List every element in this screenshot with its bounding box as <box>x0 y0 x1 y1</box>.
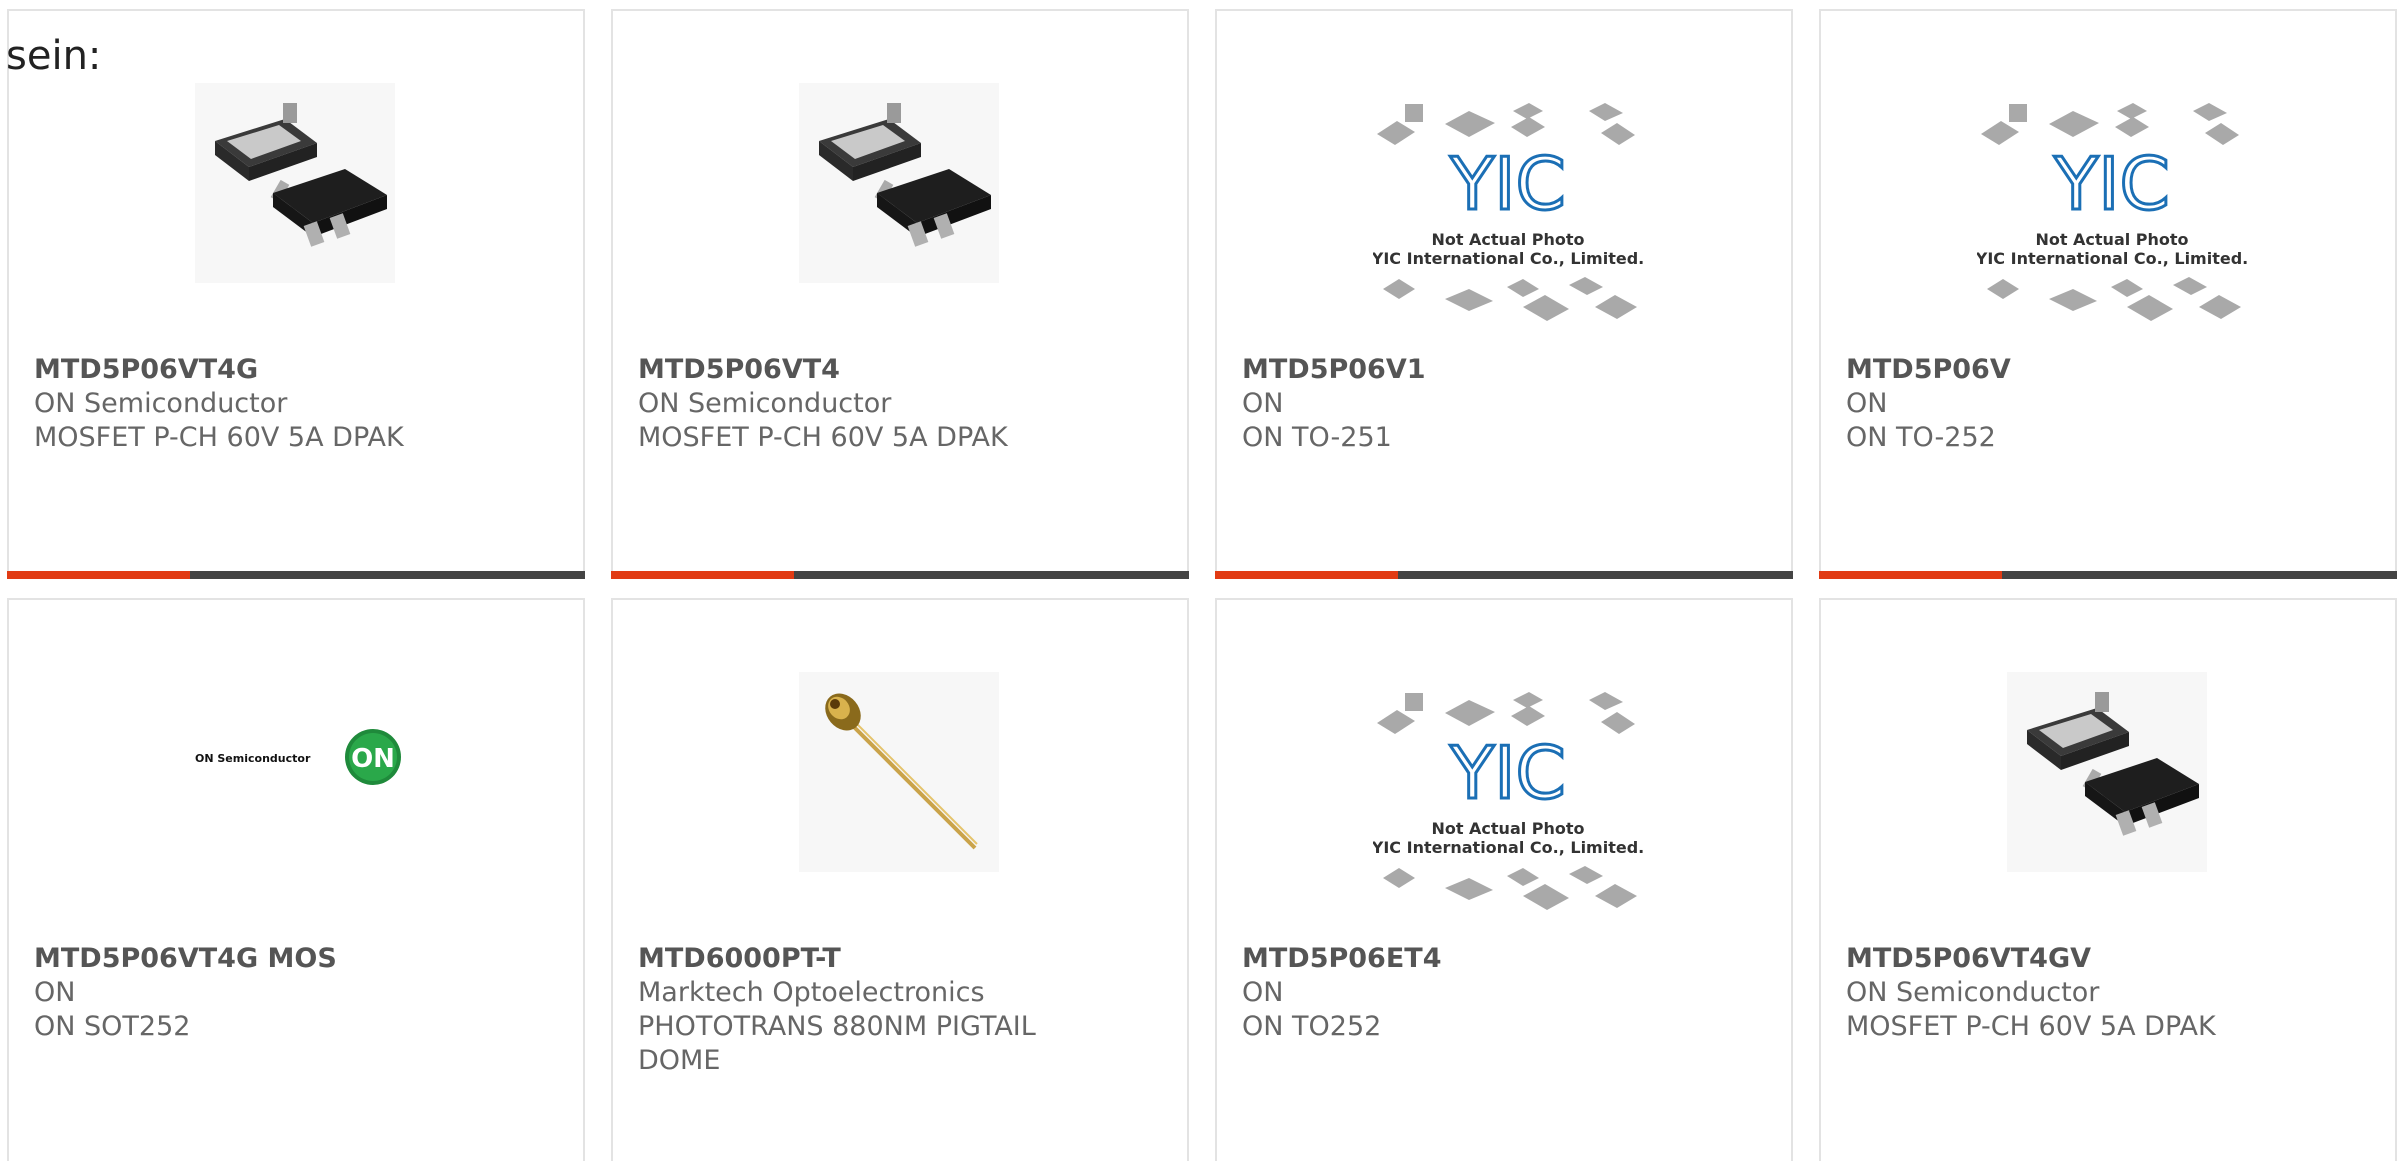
card-bar-accent <box>1819 571 2002 579</box>
manufacturer: ON <box>34 977 76 1008</box>
dpak-package-photo[interactable] <box>799 83 999 283</box>
placeholder-caption-1: Not Actual Photo <box>1431 230 1584 249</box>
card-text: MTD5P06VT4G MOS ON ON SOT252 <box>34 942 534 1044</box>
card-text: MTD5P06V ON ON TO-252 <box>1846 353 2346 455</box>
logo-badge-text: ON <box>351 744 395 774</box>
yic-placeholder-image[interactable]: YIC Not Actual Photo YIC International C… <box>1373 99 1643 333</box>
lead-text: sein: <box>6 33 102 79</box>
on-semiconductor-logo[interactable]: ON Semiconductor ON <box>195 722 415 792</box>
card-bar-accent <box>7 571 190 579</box>
card-bar-accent <box>611 571 794 579</box>
product-card[interactable]: YIC Not Actual Photo YIC International C… <box>1215 9 1793 579</box>
manufacturer: ON <box>1242 388 1284 419</box>
card-text: MTD6000PT-T Marktech Optoelectronics PHO… <box>638 942 1138 1078</box>
card-bottom-bar <box>611 571 1189 579</box>
phototransistor-photo[interactable] <box>799 672 999 872</box>
part-number-link[interactable]: MTD5P06VT4G MOS <box>34 942 534 976</box>
card-bar-accent <box>1215 571 1398 579</box>
product-card[interactable]: MTD5P06VT4GV ON Semiconductor MOSFET P-C… <box>1819 598 2397 1161</box>
part-number-link[interactable]: MTD5P06V1 <box>1242 353 1742 387</box>
description: ON TO-252 <box>1846 422 1996 453</box>
product-card[interactable]: MTD5P06VT4G ON Semiconductor MOSFET P-CH… <box>7 9 585 579</box>
part-number-link[interactable]: MTD5P06VT4G <box>34 353 534 387</box>
placeholder-caption-1: Not Actual Photo <box>1431 819 1584 838</box>
part-number-link[interactable]: MTD6000PT-T <box>638 942 1138 976</box>
manufacturer: Marktech Optoelectronics <box>638 977 985 1008</box>
product-card[interactable]: MTD5P06VT4 ON Semiconductor MOSFET P-CH … <box>611 9 1189 579</box>
card-text: MTD5P06ET4 ON ON TO252 <box>1242 942 1742 1044</box>
yic-logo-text: YIC <box>1449 731 1566 815</box>
card-bottom-bar <box>7 571 585 579</box>
card-bottom-bar <box>1819 571 2397 579</box>
manufacturer: ON Semiconductor <box>34 388 288 419</box>
yic-logo-text: YIC <box>1449 142 1566 226</box>
product-card[interactable]: YIC Not Actual Photo YIC International C… <box>1215 598 1793 1161</box>
part-number-link[interactable]: MTD5P06VT4 <box>638 353 1138 387</box>
description: MOSFET P-CH 60V 5A DPAK <box>1846 1011 2216 1042</box>
description: ON TO252 <box>1242 1011 1382 1042</box>
card-text: MTD5P06V1 ON ON TO-251 <box>1242 353 1742 455</box>
part-number-link[interactable]: MTD5P06V <box>1846 353 2346 387</box>
description: PHOTOTRANS 880NM PIGTAIL DOME <box>638 1011 1036 1076</box>
description: MOSFET P-CH 60V 5A DPAK <box>638 422 1008 453</box>
product-card[interactable]: ON Semiconductor ON MTD5P06VT4G MOS ON O… <box>7 598 585 1161</box>
description: MOSFET P-CH 60V 5A DPAK <box>34 422 404 453</box>
manufacturer: ON Semiconductor <box>638 388 892 419</box>
placeholder-caption-2: YIC International Co., Limited. <box>1977 249 2247 268</box>
logo-wordmark: ON Semiconductor <box>195 752 311 765</box>
part-number-link[interactable]: MTD5P06VT4GV <box>1846 942 2346 976</box>
description: ON SOT252 <box>34 1011 191 1042</box>
placeholder-caption-1: Not Actual Photo <box>2035 230 2188 249</box>
dpak-package-photo[interactable] <box>195 83 395 283</box>
placeholder-caption-2: YIC International Co., Limited. <box>1373 838 1643 857</box>
part-number-link[interactable]: MTD5P06ET4 <box>1242 942 1742 976</box>
card-text: MTD5P06VT4G ON Semiconductor MOSFET P-CH… <box>34 353 534 455</box>
manufacturer: ON Semiconductor <box>1846 977 2100 1008</box>
product-card[interactable]: YIC Not Actual Photo YIC International C… <box>1819 9 2397 579</box>
dpak-package-photo[interactable] <box>2007 672 2207 872</box>
placeholder-caption-2: YIC International Co., Limited. <box>1373 249 1643 268</box>
card-text: MTD5P06VT4 ON Semiconductor MOSFET P-CH … <box>638 353 1138 455</box>
yic-logo-text: YIC <box>2053 142 2170 226</box>
yic-placeholder-image[interactable]: YIC Not Actual Photo YIC International C… <box>1373 688 1643 922</box>
manufacturer: ON <box>1846 388 1888 419</box>
card-bottom-bar <box>1215 571 1793 579</box>
product-grid-page: sein: MTD5P06VT4G ON Semiconductor MOSFE… <box>0 0 2407 1161</box>
card-text: MTD5P06VT4GV ON Semiconductor MOSFET P-C… <box>1846 942 2346 1044</box>
description: ON TO-251 <box>1242 422 1392 453</box>
product-card[interactable]: MTD6000PT-T Marktech Optoelectronics PHO… <box>611 598 1189 1161</box>
manufacturer: ON <box>1242 977 1284 1008</box>
yic-placeholder-image[interactable]: YIC Not Actual Photo YIC International C… <box>1977 99 2247 333</box>
